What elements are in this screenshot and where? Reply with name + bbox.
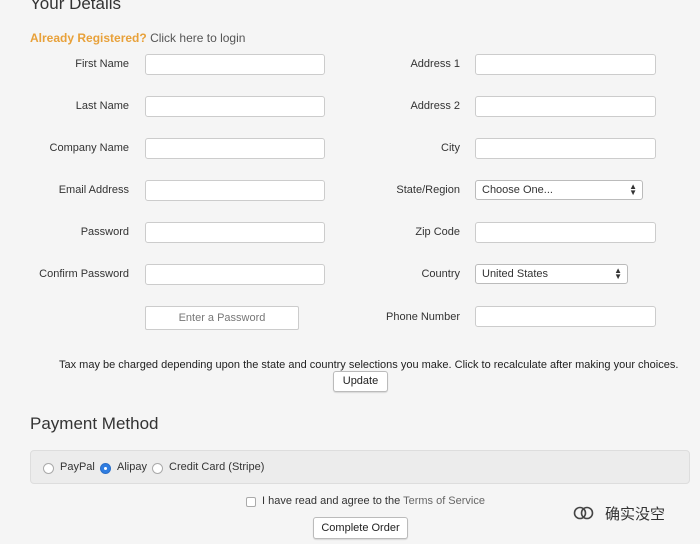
company-name-input[interactable] xyxy=(145,138,325,159)
label-email-address: Email Address xyxy=(58,184,129,196)
label-state-region: State/Region xyxy=(396,184,460,196)
watermark-text: 确实没空 xyxy=(605,506,666,523)
wechat-icon xyxy=(572,503,596,523)
phone-number-input[interactable] xyxy=(475,306,656,327)
label-password: Password xyxy=(80,226,129,238)
select-arrows-icon: ▲ ▼ xyxy=(614,266,622,281)
label-country: Country xyxy=(421,268,460,280)
already-registered: Already Registered? Click here to login xyxy=(30,31,245,45)
payment-options-panel: PayPal Alipay Credit Card (Stripe) xyxy=(30,450,690,484)
label-address-2: Address 2 xyxy=(410,100,460,112)
confirm-password-input[interactable] xyxy=(145,264,325,285)
last-name-input[interactable] xyxy=(145,96,325,117)
first-name-input[interactable] xyxy=(145,54,325,75)
payment-method-title: Payment Method xyxy=(30,414,159,433)
login-link[interactable]: Click here to login xyxy=(150,31,245,45)
paypal-label[interactable]: PayPal xyxy=(60,461,95,473)
address-2-input[interactable] xyxy=(475,96,656,117)
label-city: City xyxy=(441,142,460,154)
country-selected: United States xyxy=(482,268,549,280)
country-select[interactable]: United States ▲ ▼ xyxy=(475,264,628,284)
paypal-radio[interactable] xyxy=(43,463,54,474)
city-input[interactable] xyxy=(475,138,656,159)
agree-checkbox[interactable] xyxy=(246,497,256,507)
alipay-radio[interactable] xyxy=(100,463,111,474)
label-phone-number: Phone Number xyxy=(386,311,460,323)
page-title: Your Details xyxy=(30,0,122,13)
update-button[interactable]: Update xyxy=(333,371,388,392)
alipay-label[interactable]: Alipay xyxy=(117,461,147,473)
terms-of-service-link[interactable]: Terms of Service xyxy=(403,495,485,507)
complete-order-button[interactable]: Complete Order xyxy=(313,517,408,539)
tax-notice: Tax may be charged depending upon the st… xyxy=(59,359,679,371)
label-last-name: Last Name xyxy=(75,100,129,112)
address-1-input[interactable] xyxy=(475,54,656,75)
label-company-name: Company Name xyxy=(49,142,129,154)
label-zip-code: Zip Code xyxy=(415,226,460,238)
credit-card-radio[interactable] xyxy=(152,463,163,474)
enter-password-button[interactable]: Enter a Password xyxy=(145,306,299,330)
label-address-1: Address 1 xyxy=(410,58,460,70)
already-registered-label: Already Registered? xyxy=(30,31,147,45)
agreement-text: I have read and agree to the Terms of Se… xyxy=(262,495,485,507)
label-first-name: First Name xyxy=(75,58,129,70)
email-address-input[interactable] xyxy=(145,180,325,201)
password-input[interactable] xyxy=(145,222,325,243)
state-region-select[interactable]: Choose One... ▲ ▼ xyxy=(475,180,643,200)
zip-code-input[interactable] xyxy=(475,222,656,243)
agreement-label: I have read and agree to the xyxy=(262,495,401,507)
state-region-selected: Choose One... xyxy=(482,184,553,196)
credit-card-label[interactable]: Credit Card (Stripe) xyxy=(169,461,264,473)
select-arrows-icon: ▲ ▼ xyxy=(629,182,637,197)
label-confirm-password: Confirm Password xyxy=(39,268,129,280)
